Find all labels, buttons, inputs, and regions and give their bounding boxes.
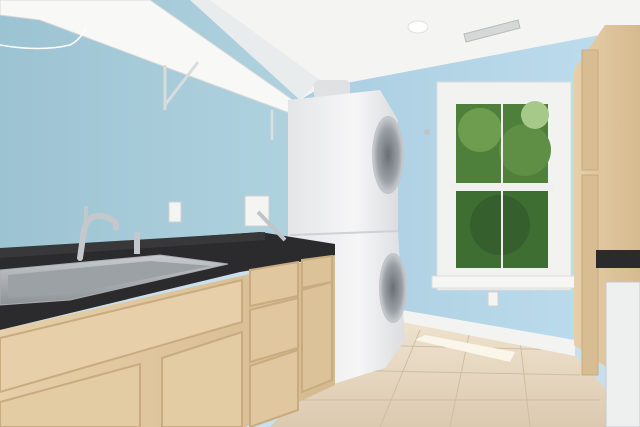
laundry-room-photo: [0, 0, 640, 427]
foliage: [499, 124, 551, 176]
faucet-handle: [84, 206, 88, 226]
washer-door: [379, 253, 407, 323]
recessed-light: [407, 20, 429, 34]
wall-outlet: [168, 201, 182, 223]
dryer-door: [372, 116, 404, 194]
window-sash-rail: [450, 183, 554, 191]
foliage: [521, 101, 549, 129]
tall-cabinet-door: [581, 174, 599, 376]
wall-hook: [424, 129, 430, 135]
wall-outlet: [487, 291, 499, 307]
side-counter: [596, 250, 640, 268]
laundry-bin: [605, 281, 640, 427]
tall-cabinet-door: [581, 49, 599, 171]
foliage: [458, 108, 502, 152]
foliage: [470, 195, 530, 255]
cabinet-door: [301, 280, 333, 394]
soap-dispenser: [134, 232, 140, 254]
window-sill: [431, 275, 577, 289]
